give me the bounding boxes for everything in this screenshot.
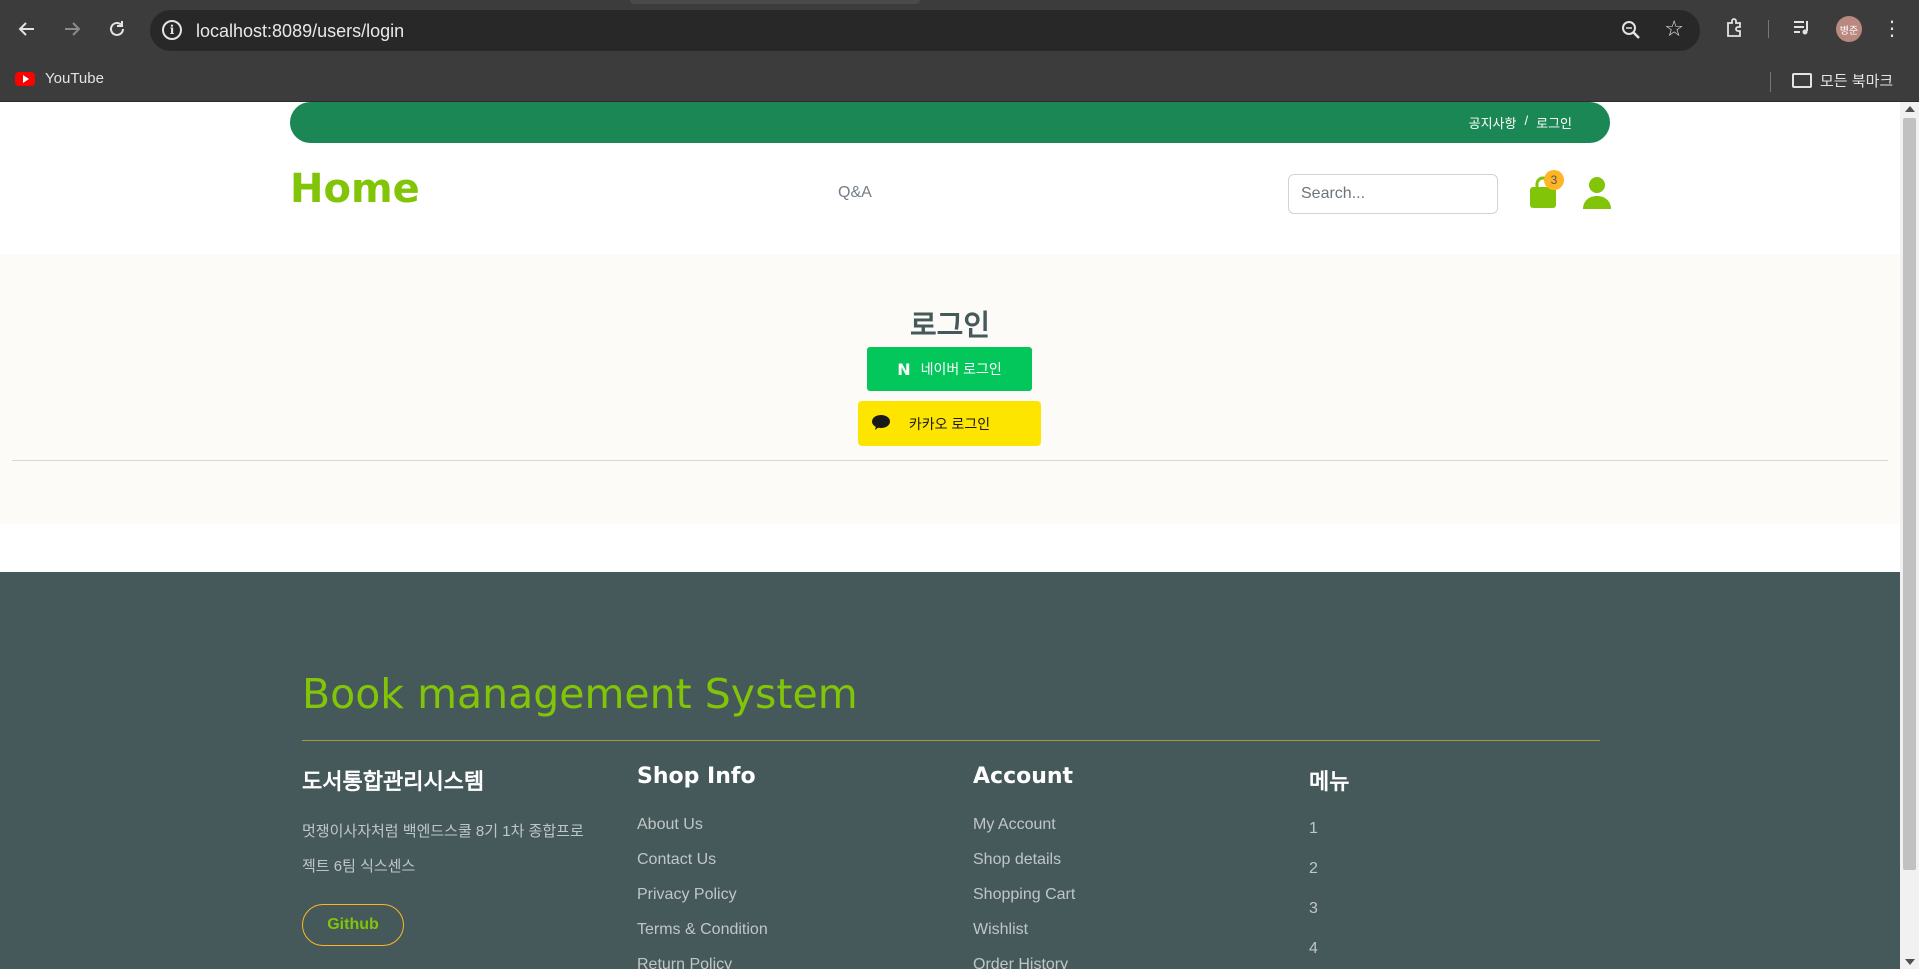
naver-login-label: 네이버 로그인 xyxy=(920,361,1002,377)
naver-login-button[interactable]: N 네이버 로그인 xyxy=(867,347,1032,391)
scroll-up-arrow[interactable] xyxy=(1905,106,1915,112)
login-title: 로그인 xyxy=(909,308,991,342)
footer-column-about: 도서통합관리시스템 멋쟁이사자처럼 백엔드스쿨 8기 1차 종합프로젝트 6팀 … xyxy=(302,764,602,946)
kakao-login-label: 카카오 로그인 xyxy=(908,415,991,432)
more-menu-icon[interactable]: ⋮ xyxy=(1879,15,1905,41)
footer-menu-title: 메뉴 xyxy=(1309,770,1350,795)
scroll-thumb[interactable] xyxy=(1903,118,1916,870)
footer-link-order-history[interactable]: Order History xyxy=(973,947,1273,969)
footer-link-contact-us[interactable]: Contact Us xyxy=(637,842,937,877)
forward-icon[interactable] xyxy=(57,14,87,44)
browser-toolbar: i localhost:8089/users/login ☆ 병준 ⋮ xyxy=(0,0,1919,60)
footer-menu-item[interactable]: 4 xyxy=(1309,934,1609,969)
bookmark-youtube[interactable]: YouTube xyxy=(15,70,104,87)
footer-shop-info-title: Shop Info xyxy=(637,764,756,789)
footer-about-description: 멋쟁이사자처럼 백엔드스쿨 8기 1차 종합프로젝트 6팀 식스센스 xyxy=(302,823,584,875)
search-input[interactable] xyxy=(1288,174,1498,214)
user-icon[interactable] xyxy=(1582,176,1612,210)
site-logo[interactable]: Home xyxy=(290,166,420,212)
kakao-login-button[interactable]: 카카오 로그인 xyxy=(858,401,1041,446)
footer-link-shopping-cart[interactable]: Shopping Cart xyxy=(973,877,1273,912)
login-section: 로그인 N 네이버 로그인 카카오 로그인 xyxy=(0,254,1900,524)
all-bookmarks-label: 모든 북마크 xyxy=(1820,73,1894,90)
media-control-icon[interactable] xyxy=(1789,15,1815,41)
footer-divider xyxy=(302,740,1600,741)
scroll-down-arrow[interactable] xyxy=(1905,959,1915,965)
bookmarks-bar: YouTube 모든 북마크 xyxy=(0,60,1919,102)
back-icon[interactable] xyxy=(12,14,42,44)
footer-column-account: Account My Account Shop details Shopping… xyxy=(973,764,1273,969)
extensions-icon[interactable] xyxy=(1722,15,1748,41)
naver-icon: N xyxy=(897,359,911,379)
top-bar: 공지사항 / 로그인 xyxy=(290,102,1610,143)
url-text[interactable]: localhost:8089/users/login xyxy=(196,21,404,42)
bookmark-label: YouTube xyxy=(45,70,104,87)
kakao-chat-icon xyxy=(872,415,890,430)
footer-link-my-account[interactable]: My Account xyxy=(973,807,1273,842)
top-links-separator: / xyxy=(1524,113,1529,128)
top-links: 공지사항 / 로그인 xyxy=(1469,113,1572,132)
footer-link-wishlist[interactable]: Wishlist xyxy=(973,912,1273,947)
footer-menu-item[interactable]: 2 xyxy=(1309,854,1609,894)
bookmarks-divider xyxy=(1770,72,1771,92)
youtube-icon xyxy=(15,71,35,86)
footer: Book management System 도서통합관리시스템 멋쟁이사자처럼… xyxy=(0,572,1900,969)
address-bar[interactable]: i localhost:8089/users/login ☆ xyxy=(150,10,1700,51)
bookmark-star-icon[interactable]: ☆ xyxy=(1664,16,1684,42)
site-info-icon[interactable]: i xyxy=(162,20,182,40)
footer-link-shop-details[interactable]: Shop details xyxy=(973,842,1273,877)
folder-icon xyxy=(1792,73,1812,88)
cart-count-badge: 3 xyxy=(1544,170,1564,190)
tab-strip xyxy=(630,0,920,4)
page-viewport: 공지사항 / 로그인 Home Q&A 3 로그인 N 네이버 로그인 카카오 … xyxy=(0,102,1900,969)
footer-link-return-policy[interactable]: Return Policy xyxy=(637,947,937,969)
toolbar-divider xyxy=(1768,20,1769,38)
zoom-icon[interactable] xyxy=(1620,19,1642,41)
footer-menu-item[interactable]: 1 xyxy=(1309,814,1609,854)
github-button[interactable]: Github xyxy=(302,904,404,946)
footer-about-title: 도서통합관리시스템 xyxy=(302,770,485,795)
footer-menu-item[interactable]: 3 xyxy=(1309,894,1609,934)
footer-link-privacy-policy[interactable]: Privacy Policy xyxy=(637,877,937,912)
reload-icon[interactable] xyxy=(102,14,132,44)
notice-link[interactable]: 공지사항 xyxy=(1469,113,1517,132)
all-bookmarks-button[interactable]: 모든 북마크 xyxy=(1792,70,1893,91)
page-scrollbar[interactable] xyxy=(1900,102,1919,969)
footer-column-shop-info: Shop Info About Us Contact Us Privacy Po… xyxy=(637,764,937,969)
footer-link-terms[interactable]: Terms & Condition xyxy=(637,912,937,947)
login-link[interactable]: 로그인 xyxy=(1536,113,1572,132)
footer-brand: Book management System xyxy=(302,670,858,718)
footer-account-title: Account xyxy=(973,764,1074,789)
nav-item-qa[interactable]: Q&A xyxy=(838,184,872,202)
footer-column-menu: 메뉴 1 2 3 4 xyxy=(1309,764,1609,969)
profile-avatar[interactable]: 병준 xyxy=(1836,16,1862,42)
footer-link-about-us[interactable]: About Us xyxy=(637,807,937,842)
section-divider xyxy=(12,460,1888,461)
